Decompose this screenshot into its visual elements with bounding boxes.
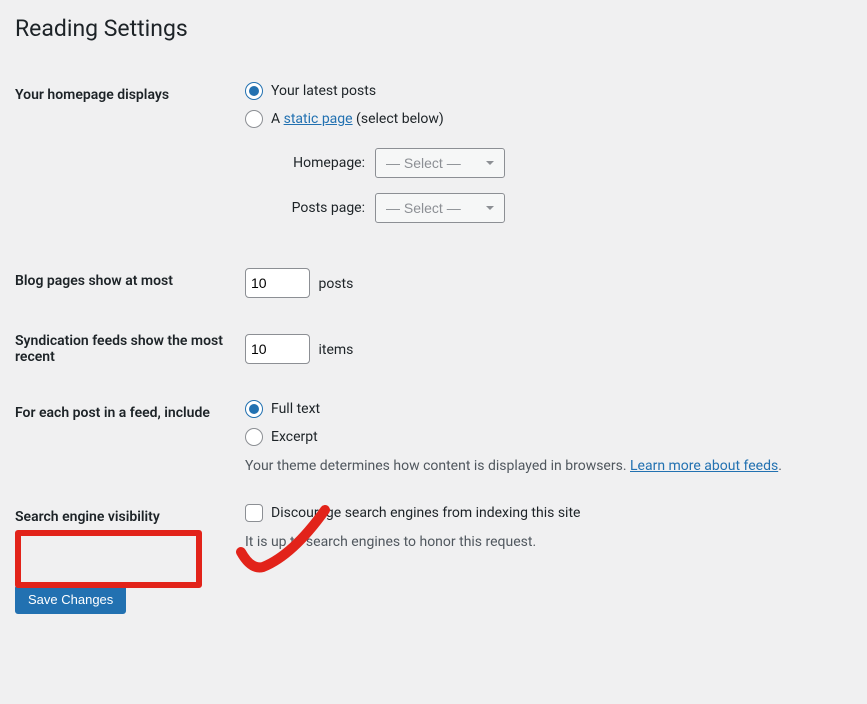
- full-text-text: Full text: [271, 401, 320, 417]
- posts-page-select-label: Posts page:: [270, 200, 365, 216]
- feed-post-label: For each post in a feed, include: [15, 385, 235, 489]
- syndication-suffix: items: [318, 342, 353, 358]
- page-title: Reading Settings: [15, 15, 852, 42]
- syndication-label: Syndication feeds show the most recent: [15, 313, 235, 385]
- feed-description: Your theme determines how content is dis…: [245, 458, 842, 474]
- static-page-link[interactable]: static page: [284, 111, 353, 127]
- latest-posts-radio[interactable]: [245, 82, 263, 100]
- discourage-search-checkbox[interactable]: [245, 504, 263, 522]
- homepage-displays-label: Your homepage displays: [15, 67, 235, 253]
- static-page-text: A static page (select below): [271, 111, 444, 127]
- save-changes-button[interactable]: Save Changes: [15, 585, 126, 614]
- latest-posts-text: Your latest posts: [271, 83, 376, 99]
- excerpt-radio[interactable]: [245, 428, 263, 446]
- learn-more-feeds-link[interactable]: Learn more about feeds: [630, 458, 778, 474]
- posts-page-select-row: Posts page: — Select —: [270, 193, 842, 223]
- blog-pages-label: Blog pages show at most: [15, 253, 235, 313]
- blog-pages-suffix: posts: [318, 276, 353, 292]
- search-engine-description: It is up to search engines to honor this…: [245, 534, 842, 550]
- discourage-search-option[interactable]: Discourage search engines from indexing …: [245, 504, 842, 522]
- reading-settings-page: Reading Settings Your homepage displays …: [15, 15, 852, 614]
- syndication-input[interactable]: [245, 334, 310, 364]
- settings-form-table: Your homepage displays Your latest posts…: [15, 67, 852, 565]
- homepage-radio-group: Your latest posts A static page (select …: [245, 82, 842, 128]
- homepage-sub-selects: Homepage: — Select — Posts page: — Selec…: [270, 148, 842, 223]
- static-page-option[interactable]: A static page (select below): [245, 110, 842, 128]
- static-page-radio[interactable]: [245, 110, 263, 128]
- excerpt-text: Excerpt: [271, 429, 318, 445]
- posts-page-select[interactable]: — Select —: [375, 193, 505, 223]
- full-text-option[interactable]: Full text: [245, 400, 842, 418]
- homepage-select-row: Homepage: — Select —: [270, 148, 842, 178]
- full-text-radio[interactable]: [245, 400, 263, 418]
- search-engine-label: Search engine visibility: [15, 489, 235, 565]
- latest-posts-option[interactable]: Your latest posts: [245, 82, 842, 100]
- homepage-select-label: Homepage:: [270, 155, 365, 171]
- discourage-search-text: Discourage search engines from indexing …: [271, 505, 580, 521]
- feed-post-radio-group: Full text Excerpt: [245, 400, 842, 446]
- homepage-select[interactable]: — Select —: [375, 148, 505, 178]
- excerpt-option[interactable]: Excerpt: [245, 428, 842, 446]
- blog-pages-input[interactable]: [245, 268, 310, 298]
